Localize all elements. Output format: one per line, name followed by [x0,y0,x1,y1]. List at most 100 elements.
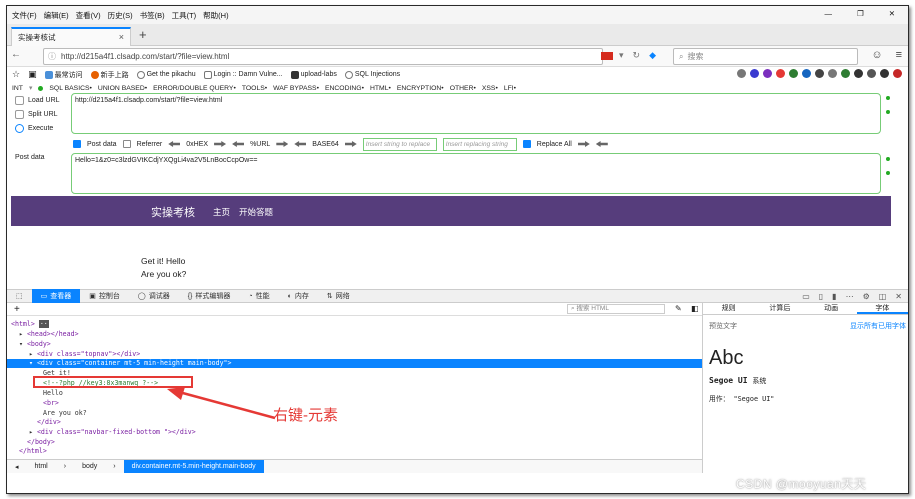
crumb-back-icon[interactable]: ◂ [7,463,27,471]
close-window-icon[interactable]: ✕ [889,9,895,18]
ext-icon-3[interactable] [763,69,772,78]
execute-button[interactable]: Execute [15,124,53,133]
menu-file[interactable]: 文件(F) [12,10,37,21]
crumb-div[interactable]: div.container.mt-5.min-height.main-body [123,460,264,473]
close-devtools-icon[interactable]: ✕ [895,292,902,301]
reader-icon[interactable]: ▣ [28,69,37,80]
collapse-icon[interactable]: ▾ [29,359,37,367]
bookmark-upload-labs[interactable]: upload-labs [290,70,337,79]
nav-home-link[interactable]: 主页 [213,206,230,218]
ext-icon-7[interactable] [815,69,824,78]
new-tab-icon[interactable]: + [139,27,147,42]
tab-animations[interactable]: 动画 [806,303,857,314]
back-icon[interactable]: ← [11,49,21,60]
hackbar-menu-int[interactable]: INT [12,85,23,92]
replace-all-checkbox[interactable] [522,140,531,148]
extension-icon[interactable]: ◆ [649,50,656,61]
ext-icon-1[interactable] [737,69,746,78]
dropdown-icon[interactable]: ▾ [619,50,624,61]
browser-tab[interactable]: 实操考核试 × [11,27,131,46]
tab-network[interactable]: ⇅ 网络 [318,289,359,303]
markup-text-node[interactable]: Are you ok? [7,409,702,418]
post-data-checkbox[interactable] [73,140,81,148]
markup-node[interactable]: ▸ <div class="topnav"></div> [7,350,702,359]
replace-back-arrow-icon[interactable] [595,141,608,147]
menu-edit[interactable]: 编辑(E) [44,10,69,21]
home-icon[interactable] [880,69,889,78]
hackbar-menu-waf[interactable]: WAF BYPASS• [273,85,319,92]
close-tab-icon[interactable]: × [119,32,124,42]
crumb-body[interactable]: body [74,463,105,470]
tab-inspector[interactable]: ▭ 查看器 [31,289,81,303]
more-icon[interactable]: ⋯ [846,292,854,301]
markup-node[interactable]: ▸ <div class="navbar-fixed-bottom "></di… [7,428,702,437]
replace-arrow-icon[interactable] [577,141,590,147]
tab-console[interactable]: ▣ 控制台 [80,289,129,303]
star-icon[interactable]: ☆ [12,69,20,80]
info-icon[interactable]: ⓘ [48,51,56,62]
markup-node[interactable]: </div> [7,418,702,427]
bookmark-dvwa[interactable]: Login :: Damn Vulne... [203,70,283,79]
menu-help[interactable]: 帮助(H) [203,10,228,21]
ext-icon-11[interactable] [893,69,902,78]
menu-bookmarks[interactable]: 书签(B) [140,10,165,21]
ext-icon-2[interactable] [750,69,759,78]
menu-view[interactable]: 查看(V) [76,10,101,21]
hackbar-menu-lfi[interactable]: LFI• [504,85,516,92]
responsive-icon[interactable]: ▮ [832,292,836,301]
expand-icon[interactable]: ▸ [19,330,27,338]
hackbar-menu-union[interactable]: UNION BASED• [98,85,147,92]
minimize-icon[interactable]: — [824,9,832,18]
hackbar-menu-tools[interactable]: TOOLS• [242,85,267,92]
url-decode-arrow-icon[interactable] [276,141,289,147]
hackbar-menu-encryption[interactable]: ENCRYPTION• [397,85,444,92]
split-url-button[interactable]: Split URL [15,110,58,119]
hackbar-menu-encoding[interactable]: ENCODING• [325,85,364,92]
maximize-icon[interactable]: ❐ [857,9,864,18]
menu-history[interactable]: 历史(S) [108,10,133,21]
reload-icon[interactable]: ↻ [633,50,641,61]
url-bar[interactable]: ⓘ http://d215a4f1.clsadp.com/start/?file… [43,48,603,65]
hackbar-menu-other[interactable]: OTHER• [450,85,476,92]
ext-icon-4[interactable] [776,69,785,78]
nav-start-quiz-link[interactable]: 开始答题 [239,206,273,218]
hackbar-menu-html[interactable]: HTML• [370,85,391,92]
bookmark-newbie[interactable]: 新手上路 [90,70,129,80]
markup-node-selected[interactable]: ▾ <div class="container mt-5 min-height … [7,359,702,368]
download-icon[interactable] [854,69,863,78]
referrer-checkbox[interactable] [122,140,131,148]
bookmark-most-visited[interactable]: 最常访问 [44,70,83,80]
markup-node[interactable]: </html> [7,447,702,456]
ext-icon-10[interactable] [867,69,876,78]
markup-text-node[interactable]: Hello [7,389,702,398]
expand-icon[interactable]: ▸ [29,350,37,358]
settings-gear-icon[interactable]: ⚙ [863,292,870,301]
hackbar-menu-error[interactable]: ERROR/DOUBLE QUERY• [153,85,236,92]
tab-debugger[interactable]: ◯ 调试器 [129,289,179,303]
dock-side-icon[interactable]: ◫ [879,292,887,301]
expand-icon[interactable]: ▸ [29,428,37,436]
insert-string-input[interactable]: Insert string to replace [362,137,437,151]
bookmark-sql-injections[interactable]: SQL Injections [344,70,400,79]
dock-icon[interactable]: ▭ [802,292,810,301]
tab-computed[interactable]: 计算后 [754,303,805,314]
markup-node[interactable]: ▾ <body> [7,340,702,349]
menu-tools[interactable]: 工具(T) [172,10,197,21]
post-data-textarea[interactable]: Hello=1&z0=c3lzdGVtKCdjYXQgLi4va2V5LnBoc… [71,153,881,194]
show-all-fonts-link[interactable]: 显示所有已用字体 [850,321,906,331]
hex-decode-arrow-icon[interactable] [214,141,227,147]
hackbar-menu-xss[interactable]: XSS• [482,85,498,92]
ext-icon-5[interactable] [789,69,798,78]
hex-encode-arrow-icon[interactable] [168,141,181,147]
search-input[interactable]: ⌕ 搜索 [673,48,858,65]
markup-node[interactable]: ▸ <head></head> [7,330,702,339]
tab-style-editor[interactable]: {} 样式编辑器 [179,289,240,303]
load-url-button[interactable]: Load URL [15,96,60,105]
tab-fonts[interactable]: 字体 [856,303,908,314]
crumb-html[interactable]: html [27,463,56,470]
base64-decode-arrow-icon[interactable] [344,141,357,147]
bookmark-pikachu[interactable]: Get the pikachu [136,70,196,79]
ext-icon-6[interactable] [802,69,811,78]
tab-memory[interactable]: ◐ 内存 [279,289,318,303]
ext-icon-8[interactable] [828,69,837,78]
